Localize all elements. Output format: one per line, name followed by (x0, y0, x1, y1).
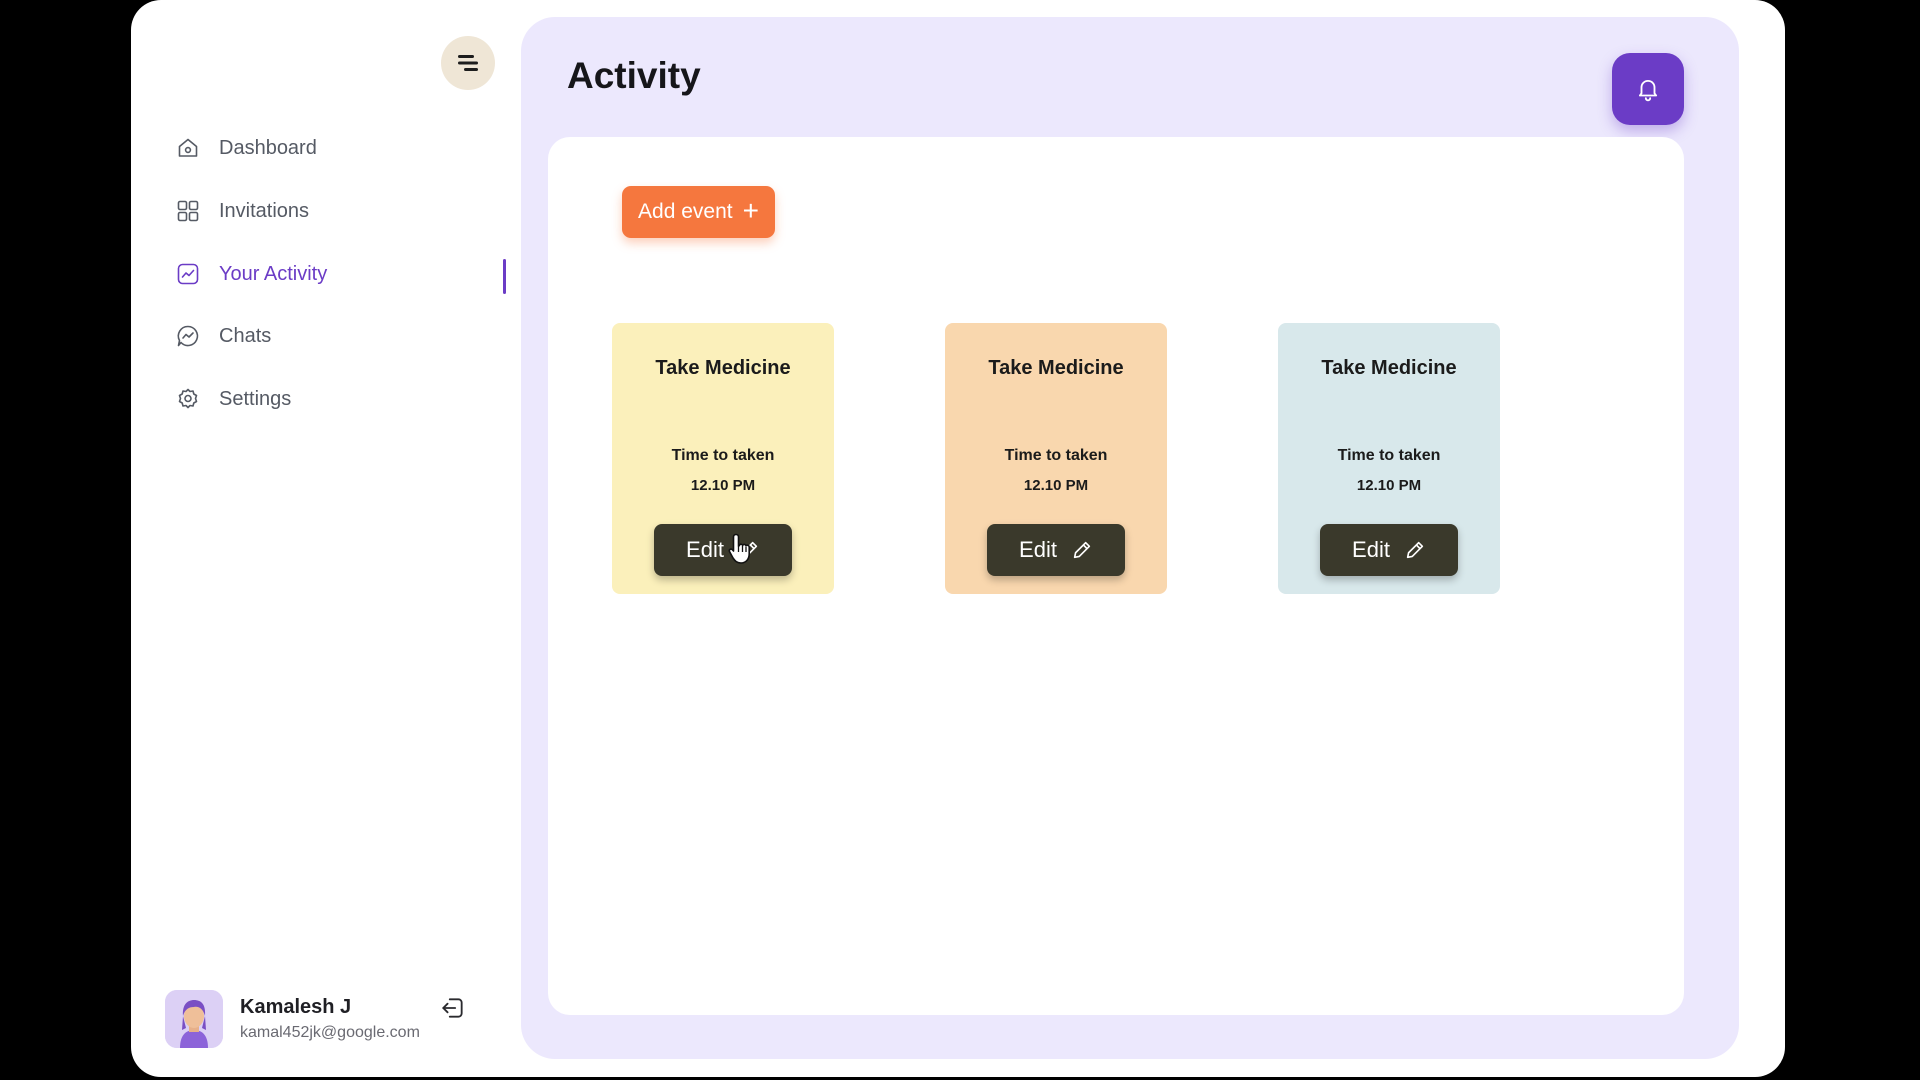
pencil-icon (1073, 541, 1091, 559)
sidebar-item-chats[interactable]: Chats (174, 314, 474, 358)
app-window: Dashboard Invitations Your Activity Chat… (131, 0, 1785, 1077)
menu-lines-icon (458, 55, 478, 71)
bell-icon (1638, 79, 1658, 102)
notifications-button[interactable] (1612, 53, 1684, 125)
card-time-label: Time to taken (671, 447, 775, 464)
logout-icon (442, 998, 463, 1018)
edit-label: Edit (1019, 537, 1057, 562)
avatar[interactable] (165, 990, 223, 1048)
sidebar-item-label: Your Activity (219, 262, 328, 285)
pencil-icon (740, 541, 758, 559)
card-time: 12.10 PM (690, 477, 756, 494)
edit-button[interactable]: Edit (987, 524, 1125, 576)
add-event-button[interactable]: Add event + (622, 186, 775, 238)
event-card: Take Medicine Time to taken 12.10 PM Edi… (612, 323, 834, 594)
add-event-label: Add event (638, 200, 733, 223)
content-panel: Add event + Take Medicine Time to taken … (548, 137, 1684, 1015)
sidebar-item-your-activity[interactable]: Your Activity (174, 252, 474, 296)
user-email: kamal452jk@google.com (240, 1024, 420, 1041)
chat-bubble-icon (174, 322, 202, 350)
menu-toggle-button[interactable] (441, 36, 495, 90)
sidebar: Dashboard Invitations Your Activity Chat… (131, 0, 521, 1077)
user-name: Kamalesh J (240, 996, 352, 1018)
card-time: 12.10 PM (1356, 477, 1422, 494)
card-time-label: Time to taken (1337, 447, 1441, 464)
event-card: Take Medicine Time to taken 12.10 PM Edi… (1278, 323, 1500, 594)
edit-button[interactable]: Edit (654, 524, 792, 576)
plus-icon: + (742, 194, 759, 226)
grid-icon (174, 197, 202, 225)
card-title: Take Medicine (988, 357, 1124, 379)
home-icon (174, 134, 202, 162)
edit-label: Edit (1352, 537, 1390, 562)
card-time: 12.10 PM (1023, 477, 1089, 494)
active-indicator (503, 259, 506, 294)
page-title: Activity (567, 55, 701, 96)
logout-button[interactable] (438, 993, 468, 1023)
sidebar-item-label: Settings (219, 387, 292, 410)
user-profile: Kamalesh J kamal452jk@google.com (165, 988, 495, 1050)
card-title: Take Medicine (1321, 357, 1457, 379)
activity-chart-icon (174, 260, 202, 288)
edit-button[interactable]: Edit (1320, 524, 1458, 576)
sidebar-item-label: Chats (219, 324, 272, 347)
event-card: Take Medicine Time to taken 12.10 PM Edi… (945, 323, 1167, 594)
sidebar-item-label: Invitations (219, 199, 310, 222)
main-area: Activity Add event + Take Medicine Time … (521, 17, 1739, 1059)
sidebar-item-dashboard[interactable]: Dashboard (174, 126, 474, 170)
edit-label: Edit (686, 537, 724, 562)
card-time-label: Time to taken (1004, 447, 1108, 464)
sidebar-item-settings[interactable]: Settings (174, 377, 474, 421)
pencil-icon (1406, 541, 1424, 559)
sidebar-item-invitations[interactable]: Invitations (174, 189, 474, 233)
sidebar-item-label: Dashboard (219, 136, 317, 159)
card-title: Take Medicine (655, 357, 791, 379)
gear-icon (174, 385, 202, 413)
